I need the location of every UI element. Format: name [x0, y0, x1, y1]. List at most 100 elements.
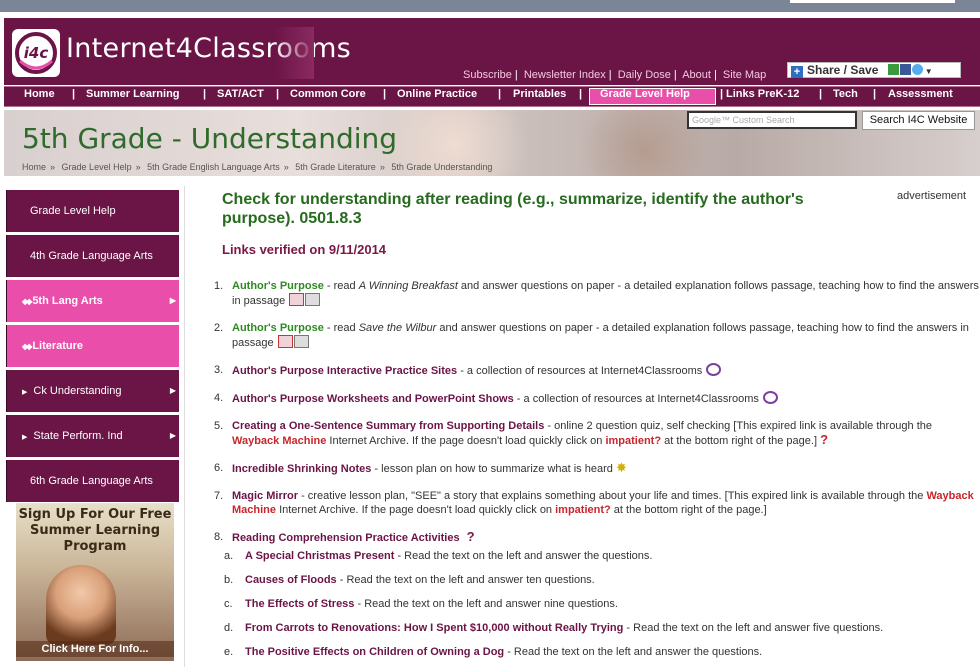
- resource-desc: Internet Archive. If the page doesn't lo…: [276, 504, 556, 516]
- pdf-icon[interactable]: [289, 293, 305, 306]
- chevron-right-icon: ▶: [169, 431, 176, 440]
- activity-link[interactable]: Causes of Floods: [245, 574, 337, 586]
- printer-icon[interactable]: [293, 335, 309, 348]
- search-button[interactable]: Search I4C Website: [862, 111, 975, 130]
- item-letter: e.: [224, 646, 234, 658]
- question-mark-icon[interactable]: ?: [820, 432, 828, 447]
- impatient-link[interactable]: impatient?: [555, 504, 611, 516]
- star-icon[interactable]: ✸: [616, 460, 627, 475]
- sidebar-item-grade-level-help[interactable]: Grade Level Help: [6, 190, 179, 232]
- list-item: b. Causes of Floods - Read the text on th…: [224, 573, 980, 587]
- item-number: 3.: [214, 364, 224, 376]
- share-email-icon[interactable]: [887, 64, 899, 75]
- share-save-button[interactable]: + Share / Save ▼: [787, 62, 961, 78]
- nav-sat-act[interactable]: SAT/ACT: [217, 88, 264, 100]
- facebook-icon[interactable]: [899, 64, 911, 75]
- breadcrumb-grade-level-help[interactable]: Grade Level Help: [62, 162, 132, 172]
- breadcrumb-home[interactable]: Home: [22, 162, 46, 172]
- logo-mark: i4c: [12, 29, 60, 77]
- resource-desc: - read: [323, 280, 359, 292]
- activity-desc: - Read the text on the left and answer f…: [623, 622, 884, 634]
- links-verified: Links verified on 9/11/2014: [222, 242, 387, 257]
- sidebar-item-ck-understanding[interactable]: ▶ Ck Understanding ▶: [6, 370, 179, 412]
- breadcrumb-5th-literature[interactable]: 5th Grade Literature: [295, 162, 376, 172]
- nav-links-prek-12[interactable]: Links PreK-12: [726, 88, 799, 100]
- item-letter: b.: [224, 574, 234, 586]
- page-banner: 5th Grade - Understanding Home» Grade Le…: [4, 110, 980, 176]
- activity-link[interactable]: From Carrots to Renovations: How I Spent…: [245, 622, 623, 634]
- activity-desc: - Read the text on the left and answer n…: [354, 598, 618, 610]
- list-item: e. The Positive Effects on Children of Ow…: [224, 645, 980, 659]
- item-number: 4.: [214, 392, 224, 404]
- resource-desc: at the bottom right of the page.]: [610, 504, 767, 516]
- resource-link[interactable]: Magic Mirror: [232, 490, 298, 502]
- activity-desc: - Read the text on the left and answer t…: [394, 550, 653, 562]
- top-link-site-map[interactable]: Site Map: [723, 69, 766, 81]
- nav-printables[interactable]: Printables: [513, 88, 566, 100]
- resource-link[interactable]: Author's Purpose: [232, 280, 324, 292]
- list-item: 5. Creating a One-Sentence Summary from …: [214, 419, 980, 448]
- list-item: a. A Special Christmas Present - Read the…: [224, 549, 980, 563]
- breadcrumb-5th-ela[interactable]: 5th Grade English Language Arts: [147, 162, 280, 172]
- activity-desc: - Read the text on the left and answer t…: [504, 646, 763, 658]
- activity-link[interactable]: A Special Christmas Present: [245, 550, 394, 562]
- item-number: 1.: [214, 280, 224, 292]
- nav-online-practice[interactable]: Online Practice: [397, 88, 477, 100]
- sidebar-item-5th-lang-arts[interactable]: ◆◆ 5th Lang Arts ▶: [6, 280, 179, 322]
- site-logo[interactable]: i4c Internet4Classrooms: [10, 27, 351, 79]
- top-link-newsletter[interactable]: Newsletter Index: [524, 69, 606, 81]
- question-mark-icon[interactable]: ?: [467, 529, 475, 544]
- resource-link[interactable]: Author's Purpose: [232, 322, 324, 334]
- wayback-machine-link[interactable]: Wayback Machine: [232, 435, 326, 447]
- breadcrumb-current: 5th Grade Understanding: [391, 162, 493, 172]
- breadcrumb: Home» Grade Level Help» 5th Grade Englis…: [22, 162, 493, 172]
- nav-home[interactable]: Home: [24, 88, 55, 100]
- sidebar-item-state-perform-ind[interactable]: ▶ State Perform. Ind ▶: [6, 415, 179, 457]
- list-item: 7. Magic Mirror - creative lesson plan, …: [214, 489, 980, 517]
- main-nav: Home | Summer Learning | SAT/ACT | Commo…: [4, 85, 980, 108]
- i4c-icon[interactable]: [762, 391, 778, 404]
- resource-link[interactable]: Creating a One-Sentence Summary from Sup…: [232, 420, 544, 432]
- summer-learning-promo[interactable]: Sign Up For Our Free Summer Learning Pro…: [16, 503, 174, 661]
- sidebar-item-label: 6th Grade Language Arts: [30, 475, 153, 487]
- share-dropdown-icon[interactable]: ▼: [925, 67, 933, 76]
- nav-summer-learning[interactable]: Summer Learning: [86, 88, 180, 100]
- resource-link[interactable]: Incredible Shrinking Notes: [232, 463, 371, 475]
- sidebar-item-label: 4th Grade Language Arts: [30, 250, 153, 262]
- resource-link[interactable]: Author's Purpose Interactive Practice Si…: [232, 365, 457, 377]
- nav-assessment[interactable]: Assessment: [888, 88, 953, 100]
- impatient-link[interactable]: impatient?: [605, 435, 661, 447]
- pdf-icon[interactable]: [277, 335, 293, 348]
- search-input[interactable]: Google™ Custom Search: [687, 111, 857, 129]
- list-item: 2. Author's Purpose - read Save the Wilb…: [214, 321, 980, 350]
- bullet-arrow-icon: ▶: [22, 389, 28, 396]
- activity-link[interactable]: The Effects of Stress: [245, 598, 354, 610]
- sidebar-item-label: Grade Level Help: [30, 205, 116, 217]
- resource-title: Save the Wilbur: [358, 322, 437, 334]
- resource-link[interactable]: Reading Comprehension Practice Activitie…: [232, 532, 460, 544]
- i4c-icon[interactable]: [706, 363, 722, 376]
- printer-icon[interactable]: [305, 293, 321, 306]
- list-item: 4. Author's Purpose Worksheets and Power…: [214, 391, 980, 406]
- twitter-icon[interactable]: [911, 64, 923, 75]
- sidebar-item-4th-grade-language-arts[interactable]: 4th Grade Language Arts: [6, 235, 179, 277]
- top-link-about[interactable]: About: [682, 69, 711, 81]
- resource-link[interactable]: Author's Purpose Worksheets and PowerPoi…: [232, 393, 514, 405]
- top-links: Subscribe | Newsletter Index | Daily Dose |…: [463, 69, 767, 81]
- sidebar-item-literature[interactable]: ◆◆ Literature: [6, 325, 179, 367]
- item-letter: c.: [224, 598, 233, 610]
- nav-grade-level-help[interactable]: Grade Level Help: [600, 88, 690, 100]
- share-label: Share / Save: [807, 63, 879, 77]
- content-title: Check for understanding after reading (e…: [222, 191, 804, 227]
- top-link-daily-dose[interactable]: Daily Dose: [618, 69, 671, 81]
- activity-desc: - Read the text on the left and answer t…: [336, 574, 595, 586]
- sidebar-item-6th-grade-language-arts[interactable]: 6th Grade Language Arts: [6, 460, 179, 502]
- promo-button[interactable]: Click Here For Info...: [16, 641, 174, 657]
- top-link-subscribe[interactable]: Subscribe: [463, 69, 512, 81]
- activity-link[interactable]: The Positive Effects on Children of Owni…: [245, 646, 504, 658]
- browser-bar: [790, 0, 955, 3]
- nav-common-core[interactable]: Common Core: [290, 88, 366, 100]
- list-item: c. The Effects of Stress - Read the text …: [224, 597, 980, 611]
- nav-tech[interactable]: Tech: [833, 88, 858, 100]
- advertisement-label: advertisement: [897, 190, 967, 202]
